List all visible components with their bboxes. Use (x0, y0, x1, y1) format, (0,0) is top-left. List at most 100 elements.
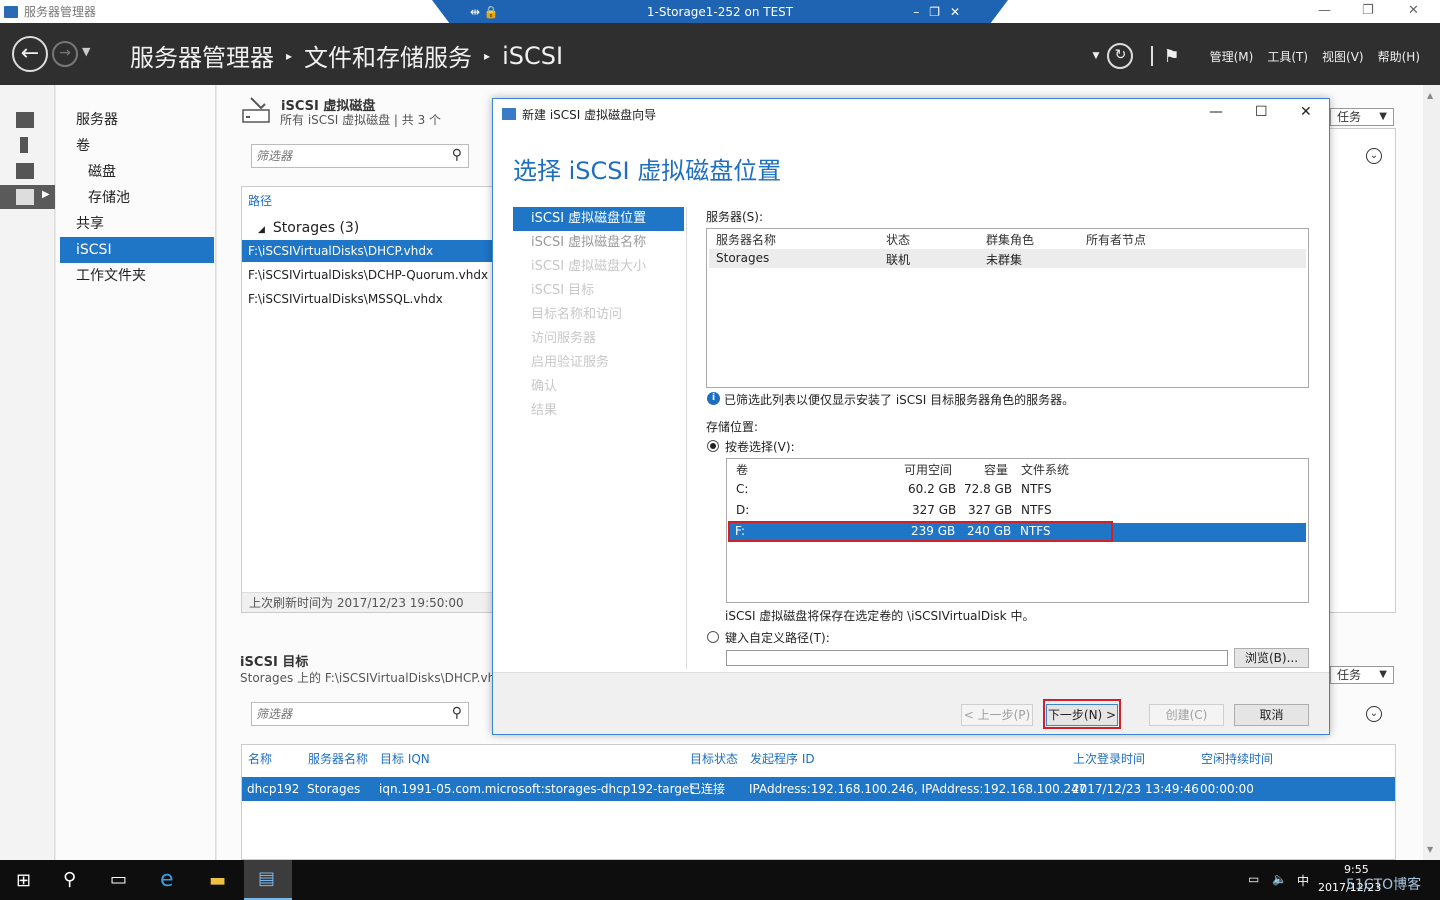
refresh-status: 上次刷新时间为 2017/12/23 19:50:00 (242, 592, 492, 612)
expand-icon[interactable]: ⌄ (1366, 148, 1382, 164)
server-manager-taskbar-icon[interactable]: ▤ (258, 868, 275, 889)
breadcrumb: 服务器管理器 ▸ 文件和存储服务 ▸ iSCSI (130, 38, 563, 73)
column-header-path[interactable]: 路径 (248, 192, 272, 209)
table-row[interactable]: F:\iSCSIVirtualDisks\DHCP.vhdx (242, 240, 493, 262)
main-scrollbar[interactable]: ▲ ▼ (1423, 85, 1440, 860)
back-button[interactable]: ← (12, 36, 48, 72)
wizard-heading: 选择 iSCSI 虚拟磁盘位置 (513, 157, 782, 185)
menu-help[interactable]: 帮助(H) (1378, 48, 1420, 65)
table-row[interactable]: F:\iSCSIVirtualDisks\MSSQL.vhdx (242, 288, 493, 310)
by-volume-radio[interactable] (707, 440, 719, 452)
table-row[interactable]: F:\iSCSIVirtualDisks\DCHP-Quorum.vhdx (242, 264, 493, 286)
targets-filter-input[interactable] (252, 703, 432, 725)
menu-view[interactable]: 视图(V) (1322, 48, 1364, 65)
volume-muted-icon[interactable]: 🔈 (1272, 872, 1287, 886)
internet-explorer-icon[interactable]: e (160, 867, 174, 892)
column-header-cluster-role[interactable]: 群集角色 (986, 231, 1034, 248)
column-header-status[interactable]: 目标状态 (690, 750, 738, 767)
breadcrumb-item[interactable]: 文件和存储服务 (304, 38, 472, 73)
dashboard-icon[interactable] (16, 112, 34, 128)
nav-item-work-folders[interactable]: 工作文件夹 (56, 263, 215, 289)
column-header-state[interactable]: 状态 (886, 231, 910, 248)
network-icon[interactable]: ▭ (1248, 872, 1259, 886)
storage-location-label: 存储位置: (706, 420, 759, 434)
refresh-icon[interactable]: ↻ (1107, 43, 1134, 69)
browse-button[interactable]: 浏览(B)... (1234, 648, 1309, 668)
local-server-icon[interactable] (20, 137, 28, 153)
custom-path-label[interactable]: 键入自定义路径(T): (725, 629, 830, 646)
scroll-up-icon[interactable]: ▲ (1427, 91, 1433, 100)
column-header-capacity[interactable]: 容量 (984, 461, 1008, 478)
rdp-window-controls[interactable]: –❐✕ (913, 5, 970, 19)
create-button[interactable]: 创建(C) (1149, 704, 1224, 726)
forward-button[interactable]: → (52, 41, 78, 67)
menu-manage[interactable]: 管理(M) (1210, 48, 1254, 65)
close-button[interactable]: ✕ (1408, 3, 1419, 18)
column-header-initiator[interactable]: 发起程序 ID (750, 750, 815, 767)
column-header-iqn[interactable]: 目标 IQN (380, 750, 430, 767)
chevron-right-icon: ▸ (286, 48, 293, 63)
step-results: 结果 (531, 403, 558, 418)
nav-item-storage-pools[interactable]: 存储池 (56, 185, 215, 211)
table-row[interactable]: dhcp192 Storages iqn.1991-05.com.microso… (242, 777, 1395, 801)
history-dropdown-icon[interactable]: ▼ (82, 45, 90, 58)
column-header-fs[interactable]: 文件系统 (1021, 461, 1069, 478)
task-view-icon[interactable]: ▭ (110, 869, 127, 890)
scroll-down-icon[interactable]: ▼ (1427, 845, 1433, 854)
expand-arrow-icon[interactable]: ▶ (42, 189, 50, 200)
fs-cell: NTFS (1021, 482, 1052, 496)
flag-icon[interactable]: ⚑ (1163, 46, 1179, 67)
nav-item-iscsi[interactable]: iSCSI (60, 237, 214, 263)
disks-tasks-button[interactable]: 任务 ▼ (1330, 108, 1394, 126)
divider (686, 207, 687, 669)
search-icon[interactable]: ⚲ (63, 869, 76, 890)
custom-path-input[interactable] (726, 650, 1228, 666)
volume-cell[interactable]: C: (736, 482, 748, 496)
disks-filter-input[interactable] (252, 145, 432, 167)
search-icon[interactable]: ⚲ (452, 705, 462, 721)
disks-filter[interactable]: ⚲ (251, 144, 469, 168)
column-header-owner-node[interactable]: 所有者节点 (1086, 231, 1146, 248)
previous-button[interactable]: < 上一步(P) (961, 704, 1033, 726)
dropdown-arrow-icon: ▼ (1379, 111, 1387, 122)
breadcrumb-item[interactable]: 服务器管理器 (130, 38, 274, 73)
dialog-maximize-button[interactable]: ☐ (1255, 104, 1268, 120)
column-header-server-name[interactable]: 服务器名称 (716, 231, 776, 248)
file-storage-icon[interactable] (16, 189, 34, 205)
dialog-close-button[interactable]: ✕ (1300, 104, 1312, 120)
input-language[interactable]: 中 (1297, 872, 1309, 889)
windows-start-icon[interactable]: ⊞ (16, 870, 31, 891)
nav-item-disks[interactable]: 磁盘 (56, 159, 215, 185)
dropdown-icon[interactable]: ▼ (1093, 51, 1100, 61)
file-explorer-icon[interactable]: ▬ (209, 870, 226, 891)
menu-tools[interactable]: 工具(T) (1267, 48, 1308, 65)
by-volume-label[interactable]: 按卷选择(V): (725, 438, 795, 455)
custom-path-radio[interactable] (707, 631, 719, 643)
group-header[interactable]: ◢ Storages (3) (258, 220, 359, 236)
column-header-server[interactable]: 服务器名称 (308, 750, 368, 767)
search-icon[interactable]: ⚲ (452, 147, 462, 163)
column-header-volume[interactable]: 卷 (736, 461, 748, 478)
volume-cell[interactable]: D: (736, 503, 749, 517)
nav-item-volumes[interactable]: 卷 (56, 133, 215, 159)
column-header-name[interactable]: 名称 (248, 750, 272, 767)
column-header-last-login[interactable]: 上次登录时间 (1073, 750, 1145, 767)
step-target: iSCSI 目标 (531, 283, 595, 298)
nav-item-shares[interactable]: 共享 (56, 211, 215, 237)
column-header-idle[interactable]: 空闲持续时间 (1201, 750, 1273, 767)
dialog-minimize-button[interactable]: — (1209, 104, 1223, 120)
targets-tasks-button[interactable]: 任务 ▼ (1330, 666, 1394, 684)
cancel-button[interactable]: 取消 (1234, 704, 1309, 726)
all-servers-icon[interactable] (16, 163, 34, 179)
expand-icon[interactable]: ⌄ (1366, 706, 1382, 722)
nav-item-servers[interactable]: 服务器 (56, 107, 215, 133)
collapse-icon[interactable]: ◢ (258, 225, 265, 235)
server-list[interactable]: 服务器名称 状态 群集角色 所有者节点 Storages 联机 未群集 (706, 228, 1309, 388)
pin-icon[interactable]: ⇹ 🔒 (470, 5, 499, 19)
step-location[interactable]: iSCSI 虚拟磁盘位置 (513, 207, 684, 231)
targets-filter[interactable]: ⚲ (251, 702, 469, 726)
column-header-free[interactable]: 可用空间 (904, 461, 952, 478)
restore-button[interactable]: ❐ (1362, 3, 1374, 18)
cell-idle: 00:00:00 (1200, 782, 1254, 796)
minimize-button[interactable]: — (1318, 3, 1331, 18)
